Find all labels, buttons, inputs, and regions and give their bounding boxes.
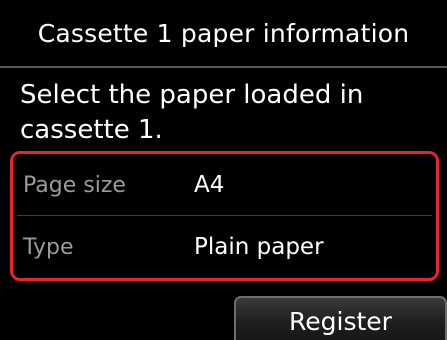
register-button[interactable]: Register (234, 296, 447, 340)
media-type-value: Plain paper (194, 234, 324, 260)
paper-settings-panel: Page size A4 Type Plain paper (10, 151, 439, 281)
page-size-setting[interactable]: Page size A4 (13, 154, 436, 216)
instruction-text: Select the paper loaded in cassette 1. (20, 80, 364, 145)
page-size-label: Page size (23, 172, 126, 198)
title-bar: Cassette 1 paper information (0, 0, 447, 68)
printer-lcd-screen: Cassette 1 paper information Select the … (0, 0, 447, 340)
media-type-label: Type (23, 234, 74, 260)
page-size-value: A4 (194, 172, 225, 198)
page-title: Cassette 1 paper information (37, 18, 410, 48)
media-type-setting[interactable]: Type Plain paper (13, 216, 436, 278)
